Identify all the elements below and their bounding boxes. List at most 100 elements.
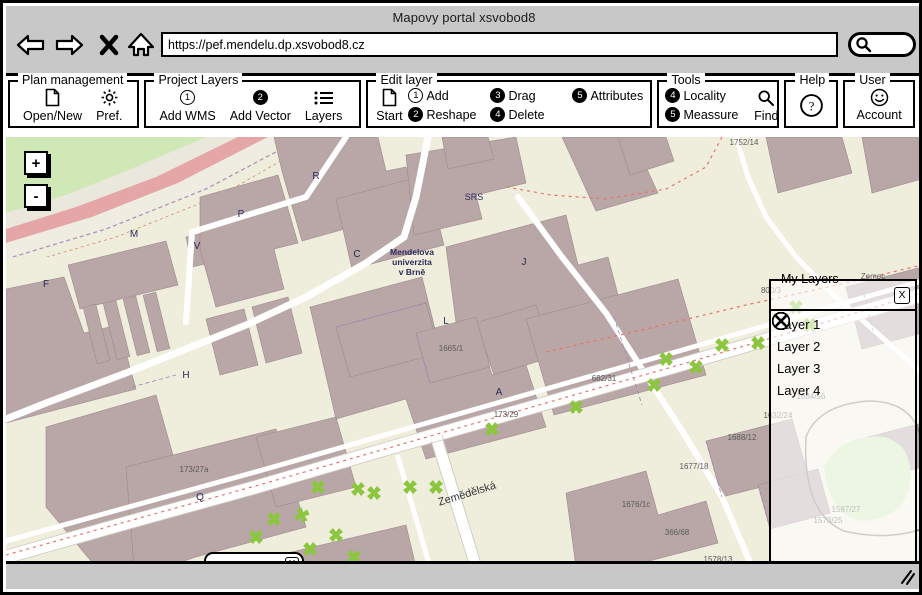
map-place-label-line: univerzita [392,257,432,267]
toolbar-group-help: Help ? [784,73,839,128]
layers-button[interactable]: Layers [298,88,350,123]
map-building-label: R [312,171,319,182]
edit-delete-button[interactable]: 4 Delete [490,107,562,122]
arrow-left-icon[interactable] [14,28,48,62]
open-new-label: Open/New [23,108,83,123]
group-title-project-layers: Project Layers [154,73,243,87]
smiley-face-icon [870,88,889,107]
my-layers-close-button[interactable]: X [894,287,910,304]
layer-row[interactable]: Layer 4 [771,312,915,401]
tools-row-top: 4 Locality [665,86,748,105]
preferences-label: Pref. [96,108,123,123]
badge-1-icon: 1 [408,88,424,103]
user-account-label: Account [856,108,902,122]
layer-row[interactable]: Layer 2 [771,312,915,357]
edit-attributes-button[interactable]: 5 Attributes [572,88,643,103]
edit-add-button[interactable]: 1 Add [408,88,480,103]
preferences-button[interactable]: Pref. [89,88,129,123]
badge-2-icon: 2 [252,88,268,108]
toolbar-group-tools: Tools 4 Locality 5 Meassure Find [657,73,782,128]
badge-1-label: 1 [180,90,196,105]
close-x-icon[interactable] [92,28,126,62]
zoom-out-button[interactable]: - [24,184,48,208]
badge-5-icon: 5 [572,88,588,103]
map-parcel-label: 1752/14 [730,138,759,147]
map-canvas[interactable]: F M V P R C SRS J L A Q H 1752/14 1665/1 682/31 173/29… [6,137,919,567]
application-toolbar: Plan management Open/New Pref. Project L… [6,73,919,137]
map-building-label: Q [196,492,204,503]
map-parcel-label: 1665/1 [439,344,464,353]
edit-add-label: Add [426,88,449,103]
url-text: https://pef.mendelu.dp.xsvobod8.cz [168,37,365,52]
gear-icon [100,88,119,108]
window-title: Mapovy portal xsvobod8 [392,10,536,25]
edit-start-button[interactable]: Start [374,88,408,123]
group-title-help: Help [795,73,830,87]
tool-find-label: Find [754,108,779,123]
edit-attributes-label: Attributes [590,88,644,103]
browser-window: Mapovy portal xsvobod8 https://pef.mende… [0,0,922,595]
tools-row-bottom: 5 Meassure [665,105,748,124]
map-place-label-line: Mendelova [390,247,434,257]
my-layers-title: My Layers [781,272,839,286]
map-parcel-label: 1676/1c [622,500,650,509]
tool-measure-label: Meassure [683,107,739,122]
badge-2-label: 2 [252,90,268,105]
add-wms-button[interactable]: 1 Add WMS [152,88,222,123]
edit-start-label: Start [376,108,403,123]
url-bar[interactable]: https://pef.mendelu.dp.xsvobod8.cz [161,32,838,57]
home-icon[interactable] [124,28,158,62]
toolbar-group-project-layers: Project Layers 1 Add WMS 2 Add Vector La… [144,73,362,128]
map-building-label: M [130,229,138,240]
tool-measure-button[interactable]: 5 Meassure [665,107,738,122]
map-building-label: SRS [465,192,484,202]
open-new-button[interactable]: Open/New [16,88,89,123]
help-button[interactable]: ? [794,92,828,118]
search-input[interactable] [848,32,916,57]
map-parcel-label: 173/29 [494,410,519,419]
map-building-label: A [496,387,503,398]
tool-locality-button[interactable]: 4 Locality [665,88,726,103]
edit-delete-label: Delete [508,107,545,122]
file-icon [45,88,60,108]
badge-3-icon: 3 [490,88,506,103]
edit-drag-button[interactable]: 3 Drag [490,88,562,103]
tools-actions: 4 Locality 5 Meassure [665,86,748,124]
browser-nav-row: https://pef.mendelu.dp.xsvobod8.cz [6,26,919,72]
map-building-label: P [238,209,245,220]
edit-layer-row-top: 1 Add 3 Drag 5 Attributes [408,86,653,105]
add-vector-button[interactable]: 2 Add Vector [223,88,298,123]
map-parcel-label: 366/68 [665,528,690,537]
map-building-label: H [182,370,189,381]
edit-layer-row-bottom: 2 Reshape 4 Delete [408,105,653,124]
toolbar-group-user: User Account [843,73,915,128]
arrow-right-icon[interactable] [52,28,86,62]
layer-row[interactable]: Layer 1 [771,312,915,335]
file-icon [382,88,397,108]
edit-reshape-label: Reshape [426,107,477,122]
layer-row[interactable]: Layer 3 [771,312,915,379]
badge-4-icon: 4 [490,107,506,122]
zoom-in-button[interactable]: + [24,151,48,175]
map-building-label: F [43,279,49,290]
map-place-label-line: v Brně [399,267,426,277]
group-title-plan-management: Plan management [18,73,128,87]
map-building-label: J [522,257,527,268]
question-circle-icon: ? [799,92,824,118]
toolbar-group-plan-management: Plan management Open/New Pref. [8,73,140,128]
map-building-label: V [194,241,201,252]
layer-name: Layer 1 [777,316,821,332]
list-icon [314,88,334,108]
group-title-tools: Tools [667,73,705,87]
add-vector-label: Add Vector [229,108,291,123]
layer-name: Layer 3 [777,360,821,376]
map-parcel-label: 1677/18 [680,462,709,471]
resize-grip-icon[interactable] [898,568,916,586]
toolbar-group-edit-layer: Edit layer Start 1 Add 3 Drag 5 Attribut… [366,73,653,128]
browser-chrome: Mapovy portal xsvobod8 https://pef.mende… [6,6,919,76]
edit-layer-actions: 1 Add 3 Drag 5 Attributes 2 Reshape 4 De… [408,86,653,124]
badge-5-icon: 5 [665,107,681,122]
tool-find-button[interactable]: Find [748,88,782,123]
user-account-button[interactable]: Account [857,88,902,122]
edit-reshape-button[interactable]: 2 Reshape [408,107,480,122]
